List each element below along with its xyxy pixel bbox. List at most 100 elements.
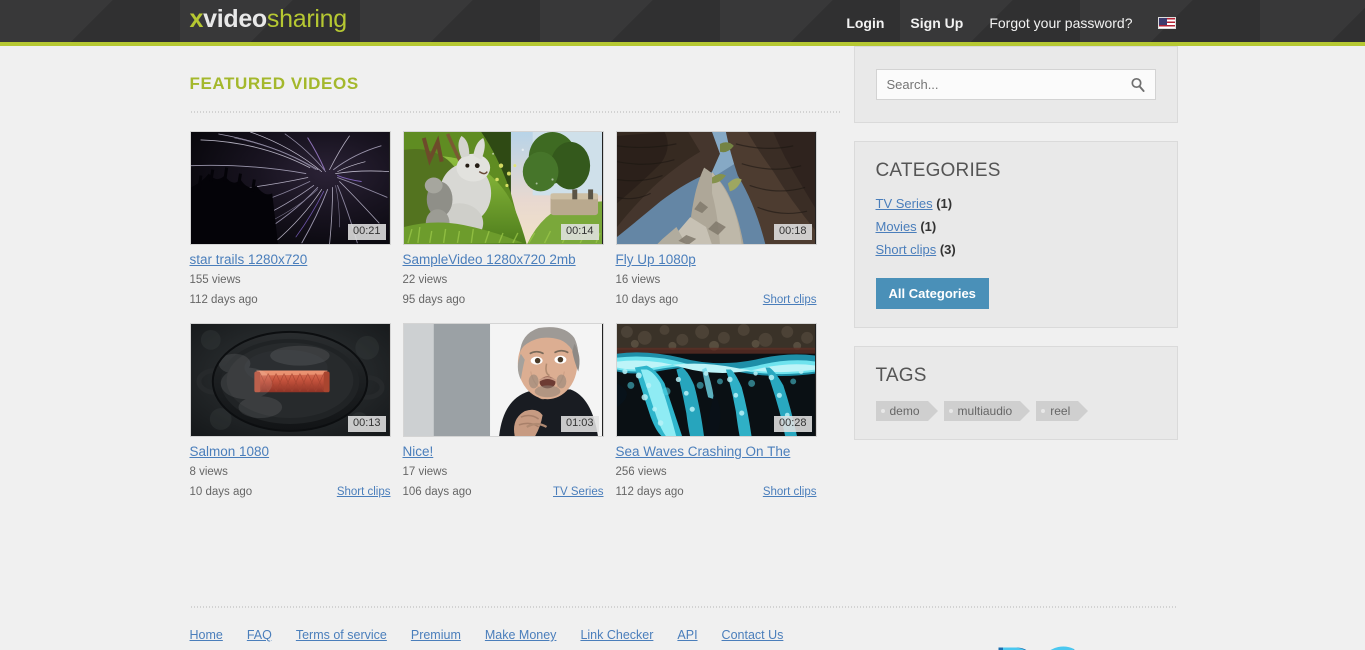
footer-link-terms-of-service[interactable]: Terms of service — [296, 628, 387, 642]
video-age-row: 95 days ago — [403, 294, 604, 308]
tag-reel[interactable]: reel — [1036, 401, 1089, 421]
video-card: 00:18 Fly Up 1080p 16 views 10 days ago … — [615, 131, 817, 308]
footer-link-contact-us[interactable]: Contact Us — [722, 628, 784, 642]
video-category-link[interactable]: Short clips — [763, 294, 817, 306]
list-item: Short clips (3) — [876, 242, 1156, 257]
tag-demo[interactable]: demo — [875, 401, 938, 421]
video-duration: 00:21 — [347, 224, 386, 240]
views-text: 16 views — [615, 274, 661, 287]
video-duration: 00:18 — [773, 224, 812, 240]
logo-part-video: video — [203, 5, 267, 33]
video-title-link[interactable]: Salmon 1080 — [190, 444, 270, 460]
site-footer: Home FAQ Terms of service Premium Make M… — [189, 606, 1176, 650]
category-count: (1) — [920, 219, 937, 234]
video-duration: 01:03 — [560, 416, 599, 433]
video-age-row: 10 days ago Short clips — [190, 486, 391, 500]
site-header: xvideosharing Login Sign Up Forgot your … — [0, 0, 1365, 46]
video-views: 17 views — [403, 466, 604, 480]
search-box[interactable] — [875, 69, 1156, 100]
video-thumbnail[interactable]: 00:18 — [615, 131, 817, 245]
video-views: 22 views — [403, 274, 604, 288]
video-card: 00:28 Sea Waves Crashing On The 256 view… — [615, 323, 817, 500]
video-title-link[interactable]: SampleVideo 1280x720 2mb — [403, 252, 576, 268]
age-text: 10 days ago — [615, 294, 679, 307]
divider-top — [189, 111, 842, 113]
video-age-row: 10 days ago Short clips — [616, 294, 817, 308]
video-duration: 00:14 — [560, 224, 599, 240]
video-title-link[interactable]: Sea Waves Crashing On The — [616, 444, 791, 460]
video-title-link[interactable]: star trails 1280x720 — [190, 252, 308, 268]
footer-links: Home FAQ Terms of service Premium Make M… — [190, 628, 1176, 642]
nav-signup[interactable]: Sign Up — [897, 0, 976, 46]
logo-part-x: x — [189, 5, 204, 33]
search-input[interactable] — [876, 77, 1121, 92]
tag-list: demo multiaudio reel — [875, 401, 1156, 421]
search-button[interactable] — [1121, 70, 1155, 99]
video-age-row: 112 days ago — [190, 294, 391, 308]
video-category-link[interactable]: Short clips — [337, 486, 391, 498]
video-category-link[interactable]: Short clips — [763, 486, 817, 498]
tags-widget: TAGS demo multiaudio reel — [853, 346, 1178, 440]
video-duration: 00:28 — [773, 416, 812, 433]
views-text: 17 views — [402, 466, 448, 479]
footer-link-link-checker[interactable]: Link Checker — [580, 628, 653, 642]
footer-link-api[interactable]: API — [677, 628, 697, 642]
video-thumbnail[interactable]: 01:03 — [402, 323, 604, 438]
video-thumbnail[interactable]: 00:28 — [615, 323, 817, 438]
footer-link-faq[interactable]: FAQ — [247, 628, 272, 642]
video-thumbnail[interactable]: 00:14 — [402, 131, 604, 245]
divider-footer — [189, 606, 1176, 608]
tag-multiaudio[interactable]: multiaudio — [943, 401, 1030, 421]
footer-link-premium[interactable]: Premium — [411, 628, 461, 642]
video-card: 01:03 Nice! 17 views 106 days ago TV Ser… — [402, 323, 604, 500]
doniaweb-logo-icon: FOUNDED IN 2018 — [998, 646, 1075, 650]
age-text: 112 days ago — [189, 294, 258, 307]
all-categories-button[interactable]: All Categories — [875, 278, 989, 309]
video-card: 00:13 Salmon 1080 8 views 10 days ago Sh… — [189, 323, 391, 500]
age-text: 10 days ago — [189, 486, 253, 499]
nav-forgot-password[interactable]: Forgot your password? — [976, 0, 1145, 46]
categories-widget: CATEGORIES TV Series (1) Movies (1) Shor… — [853, 141, 1178, 328]
footer-link-home[interactable]: Home — [190, 628, 223, 642]
video-views: 155 views — [190, 274, 391, 288]
video-title-link[interactable]: Nice! — [403, 444, 434, 460]
video-age-row: 106 days ago TV Series — [403, 486, 604, 500]
video-age-row: 112 days ago Short clips — [616, 486, 817, 500]
nav-login[interactable]: Login — [833, 0, 897, 46]
doniaweb-logo: FOUNDED IN 2018 — [988, 644, 1273, 650]
categories-title: CATEGORIES — [875, 160, 1001, 181]
list-item: TV Series (1) — [876, 196, 1156, 211]
video-title-link[interactable]: Fly Up 1080p — [616, 252, 696, 268]
video-grid: 00:21 star trails 1280x720 155 views 112… — [189, 131, 842, 515]
list-item: Movies (1) — [876, 219, 1156, 234]
sidebar-category-tv-series[interactable]: TV Series — [876, 196, 933, 211]
video-duration: 00:13 — [347, 416, 386, 433]
video-card: 00:21 star trails 1280x720 155 views 112… — [189, 131, 391, 308]
age-text: 106 days ago — [402, 486, 472, 499]
search-icon — [1130, 77, 1145, 92]
category-count: (3) — [939, 242, 956, 257]
logo-part-sharing: sharing — [266, 5, 347, 33]
views-text: 22 views — [402, 274, 448, 287]
video-thumbnail[interactable]: 00:13 — [189, 323, 391, 438]
header-nav: Login Sign Up Forgot your password? — [833, 0, 1177, 46]
categories-list: TV Series (1) Movies (1) Short clips (3) — [876, 196, 1156, 257]
search-widget — [853, 46, 1178, 123]
age-text: 112 days ago — [615, 486, 684, 499]
footer-link-make-money[interactable]: Make Money — [485, 628, 557, 642]
video-views: 256 views — [616, 466, 817, 480]
video-category-link[interactable]: TV Series — [553, 486, 604, 498]
video-thumbnail[interactable]: 00:21 — [189, 131, 391, 245]
views-text: 8 views — [189, 466, 228, 479]
tags-title: TAGS — [875, 365, 927, 386]
page-title: FEATURED VIDEOS — [189, 74, 359, 93]
main-content: FEATURED VIDEOS 00:21 star trails 1280x7… — [189, 74, 842, 515]
us-flag-icon[interactable] — [1157, 17, 1176, 29]
sidebar-category-short-clips[interactable]: Short clips — [876, 242, 937, 257]
sidebar: CATEGORIES TV Series (1) Movies (1) Shor… — [853, 46, 1178, 458]
sidebar-category-movies[interactable]: Movies — [876, 219, 917, 234]
views-text: 256 views — [615, 466, 667, 479]
video-views: 8 views — [190, 466, 391, 480]
site-logo[interactable]: xvideosharing — [189, 5, 348, 33]
video-card: 00:14 SampleVideo 1280x720 2mb 22 views … — [402, 131, 604, 308]
